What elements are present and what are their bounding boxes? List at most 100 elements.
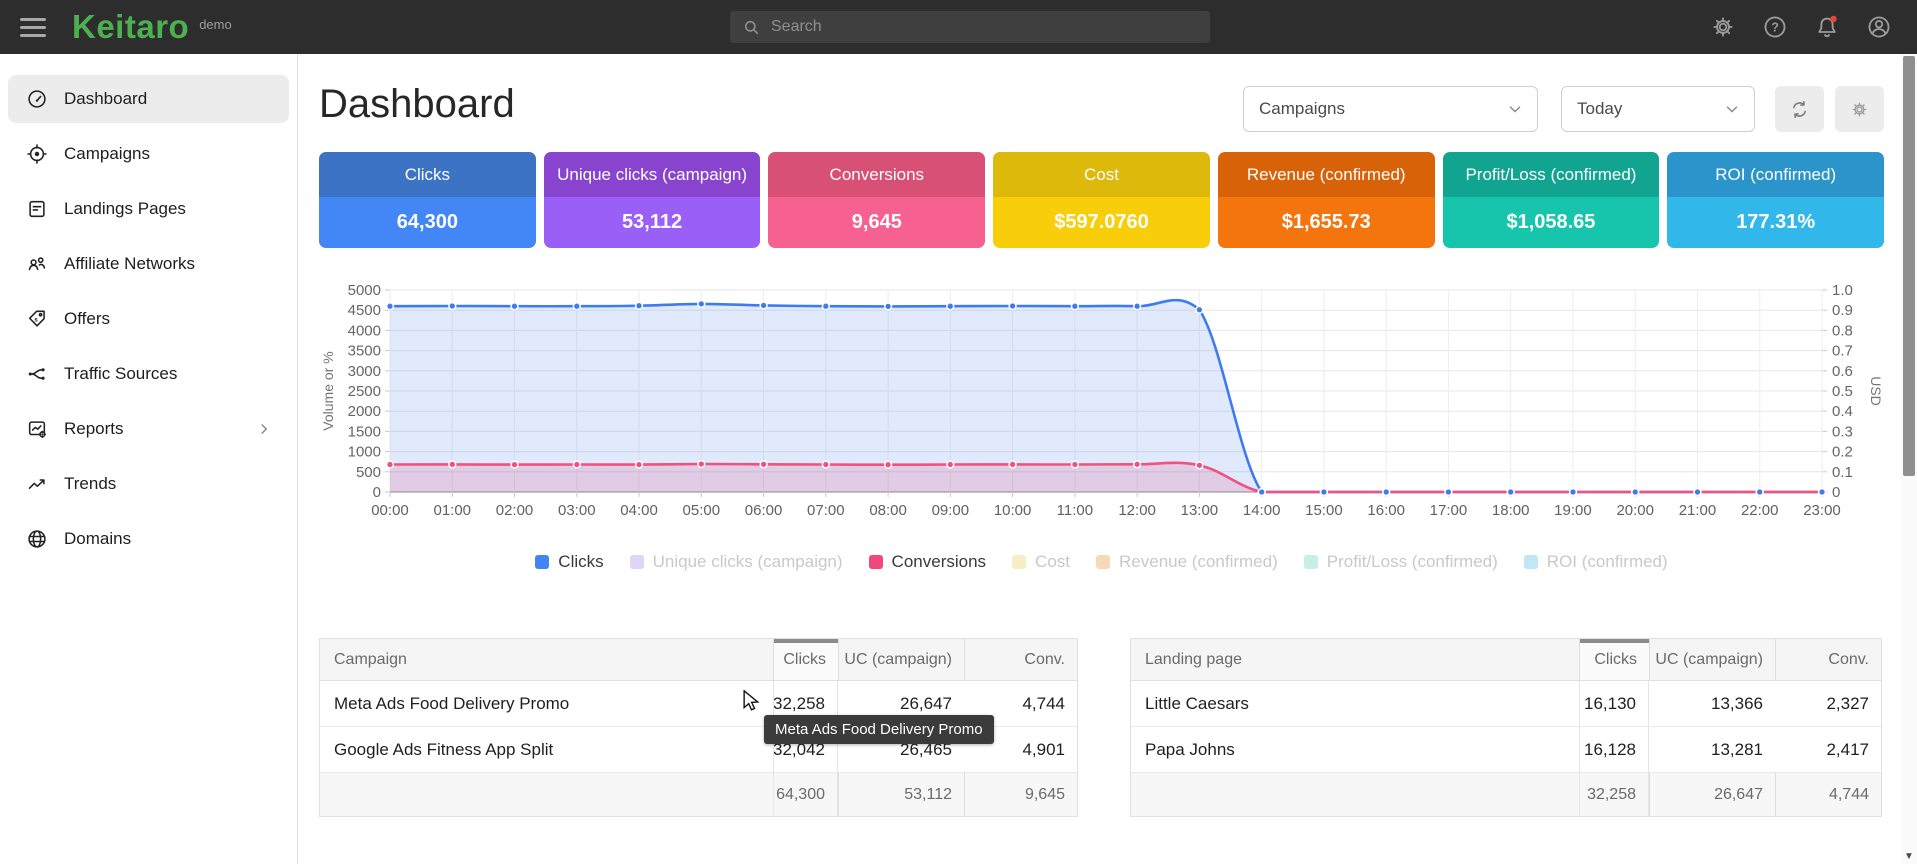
sidebar-item-label: Affiliate Networks [64,254,195,274]
table-footer-cell: 64,300 [773,773,838,816]
legend-item-roi-confirmed[interactable]: ROI (confirmed) [1524,552,1668,572]
search-icon [742,18,761,37]
legend-label: Clicks [558,552,603,572]
svg-text:?: ? [1771,21,1779,35]
svg-text:0.6: 0.6 [1832,363,1853,380]
offers-icon: s [26,308,48,330]
legend-item-cost[interactable]: Cost [1012,552,1070,572]
svg-text:12:00: 12:00 [1118,502,1156,519]
svg-text:01:00: 01:00 [433,502,471,519]
scrollbar-down-arrow[interactable]: ▼ [1901,851,1917,862]
sidebar-item-affiliate-networks[interactable]: Affiliate Networks [8,240,289,288]
table-cell[interactable]: Meta Ads Food Delivery Promo [320,681,773,727]
svg-text:02:00: 02:00 [496,502,534,519]
svg-text:0.5: 0.5 [1832,383,1853,400]
line-chart-svg: 50001.045000.940000.835000.730000.625000… [319,282,1884,532]
sidebar-item-label: Trends [64,474,116,494]
table-footer-cell: 4,744 [1775,773,1881,816]
sidebar-item-label: Domains [64,529,131,549]
svg-text:4500: 4500 [348,302,381,319]
reports-icon [26,418,48,440]
sidebar-item-trends[interactable]: Trends [8,460,289,508]
svg-text:22:00: 22:00 [1741,502,1779,519]
column-header[interactable]: Clicks [1579,639,1649,681]
account-icon[interactable] [1866,14,1892,40]
svg-text:2000: 2000 [348,403,381,420]
table-cell[interactable]: Little Caesars [1131,681,1579,727]
svg-text:5000: 5000 [348,282,381,299]
column-header[interactable]: UC (campaign) [1649,639,1775,681]
chevron-right-icon [255,420,273,438]
sidebar-item-label: Offers [64,309,110,329]
table-cell[interactable]: Papa Johns [1131,727,1579,773]
sidebar: Dashboard Campaigns Landings Pages Affiliat… [0,54,298,864]
metric-card-profit-loss-confirmed: Profit/Loss (confirmed)$1,058.65 [1443,152,1660,248]
date-range-select[interactable]: Today [1561,86,1755,132]
metric-card-value: $1,058.65 [1443,197,1660,248]
legend-item-clicks[interactable]: Clicks [535,552,603,572]
keitaro-logo[interactable]: Keitaro [72,8,189,46]
notifications-icon[interactable] [1814,14,1840,40]
metric-card-cost: Cost$597.0760 [993,152,1210,248]
sidebar-item-campaigns[interactable]: Campaigns [8,130,289,178]
legend-swatch [1524,555,1538,569]
column-header[interactable]: UC (campaign) [838,639,964,681]
legend-item-profit-loss-confirmed[interactable]: Profit/Loss (confirmed) [1304,552,1498,572]
metric-card-value: 64,300 [319,197,536,248]
hamburger-menu-icon[interactable] [20,10,54,44]
sidebar-item-label: Dashboard [64,89,147,109]
dashboard-icon [26,88,48,110]
column-header[interactable]: Conv. [964,639,1077,681]
legend-item-conversions[interactable]: Conversions [869,552,987,572]
row-tooltip: Meta Ads Food Delivery Promo [764,715,994,744]
sidebar-item-landings-pages[interactable]: Landings Pages [8,185,289,233]
dashboard-settings-button[interactable] [1835,86,1884,132]
legend-swatch [1096,555,1110,569]
column-header[interactable]: Campaign [320,639,773,681]
table-footer-cell: 53,112 [838,773,964,816]
scrollbar-thumb[interactable] [1903,56,1915,476]
refresh-icon [1789,99,1810,120]
svg-text:s: s [34,316,38,323]
column-header[interactable]: Landing page [1131,639,1579,681]
svg-text:1000: 1000 [348,444,381,461]
affiliate-icon [26,253,48,275]
table-cell[interactable]: Google Ads Fitness App Split [320,727,773,773]
sidebar-item-offers[interactable]: s Offers [8,295,289,343]
table-footer-cell [1131,773,1579,816]
refresh-button[interactable] [1775,86,1824,132]
domains-icon [26,528,48,550]
svg-text:Volume or %: Volume or % [320,351,336,430]
grouping-select[interactable]: Campaigns [1243,86,1538,132]
sidebar-item-traffic-sources[interactable]: Traffic Sources [8,350,289,398]
legend-swatch [630,555,644,569]
legend-item-unique-clicks-campaign[interactable]: Unique clicks (campaign) [630,552,843,572]
svg-text:0.8: 0.8 [1832,322,1853,339]
legend-label: Conversions [892,552,987,572]
search-input[interactable] [761,11,1210,43]
sidebar-item-reports[interactable]: Reports [8,405,289,453]
column-header[interactable]: Conv. [1775,639,1881,681]
keitaro-dashboard-page: Keitaro demo ? DashboardCampaignsLanding… [0,0,1917,864]
help-icon[interactable]: ? [1762,14,1788,40]
metric-card-label: Conversions [768,152,985,197]
sidebar-item-domains[interactable]: Domains [8,515,289,563]
legend-swatch [869,555,883,569]
svg-text:21:00: 21:00 [1679,502,1717,519]
legend-label: ROI (confirmed) [1547,552,1668,572]
scrollbar-track[interactable]: ▼ [1901,54,1917,864]
svg-text:20:00: 20:00 [1616,502,1654,519]
svg-text:1500: 1500 [348,423,381,440]
settings-icon[interactable] [1710,14,1736,40]
svg-text:2500: 2500 [348,383,381,400]
metric-card-label: Cost [993,152,1210,197]
legend-item-revenue-confirmed[interactable]: Revenue (confirmed) [1096,552,1278,572]
sidebar-item-dashboard[interactable]: Dashboard [8,75,289,123]
column-header[interactable]: Clicks [773,639,838,681]
chevron-down-icon [1723,100,1741,118]
svg-text:08:00: 08:00 [869,502,907,519]
table-cell: 13,366 [1649,681,1775,727]
svg-text:0.2: 0.2 [1832,444,1853,461]
svg-text:03:00: 03:00 [558,502,596,519]
svg-text:14:00: 14:00 [1243,502,1281,519]
